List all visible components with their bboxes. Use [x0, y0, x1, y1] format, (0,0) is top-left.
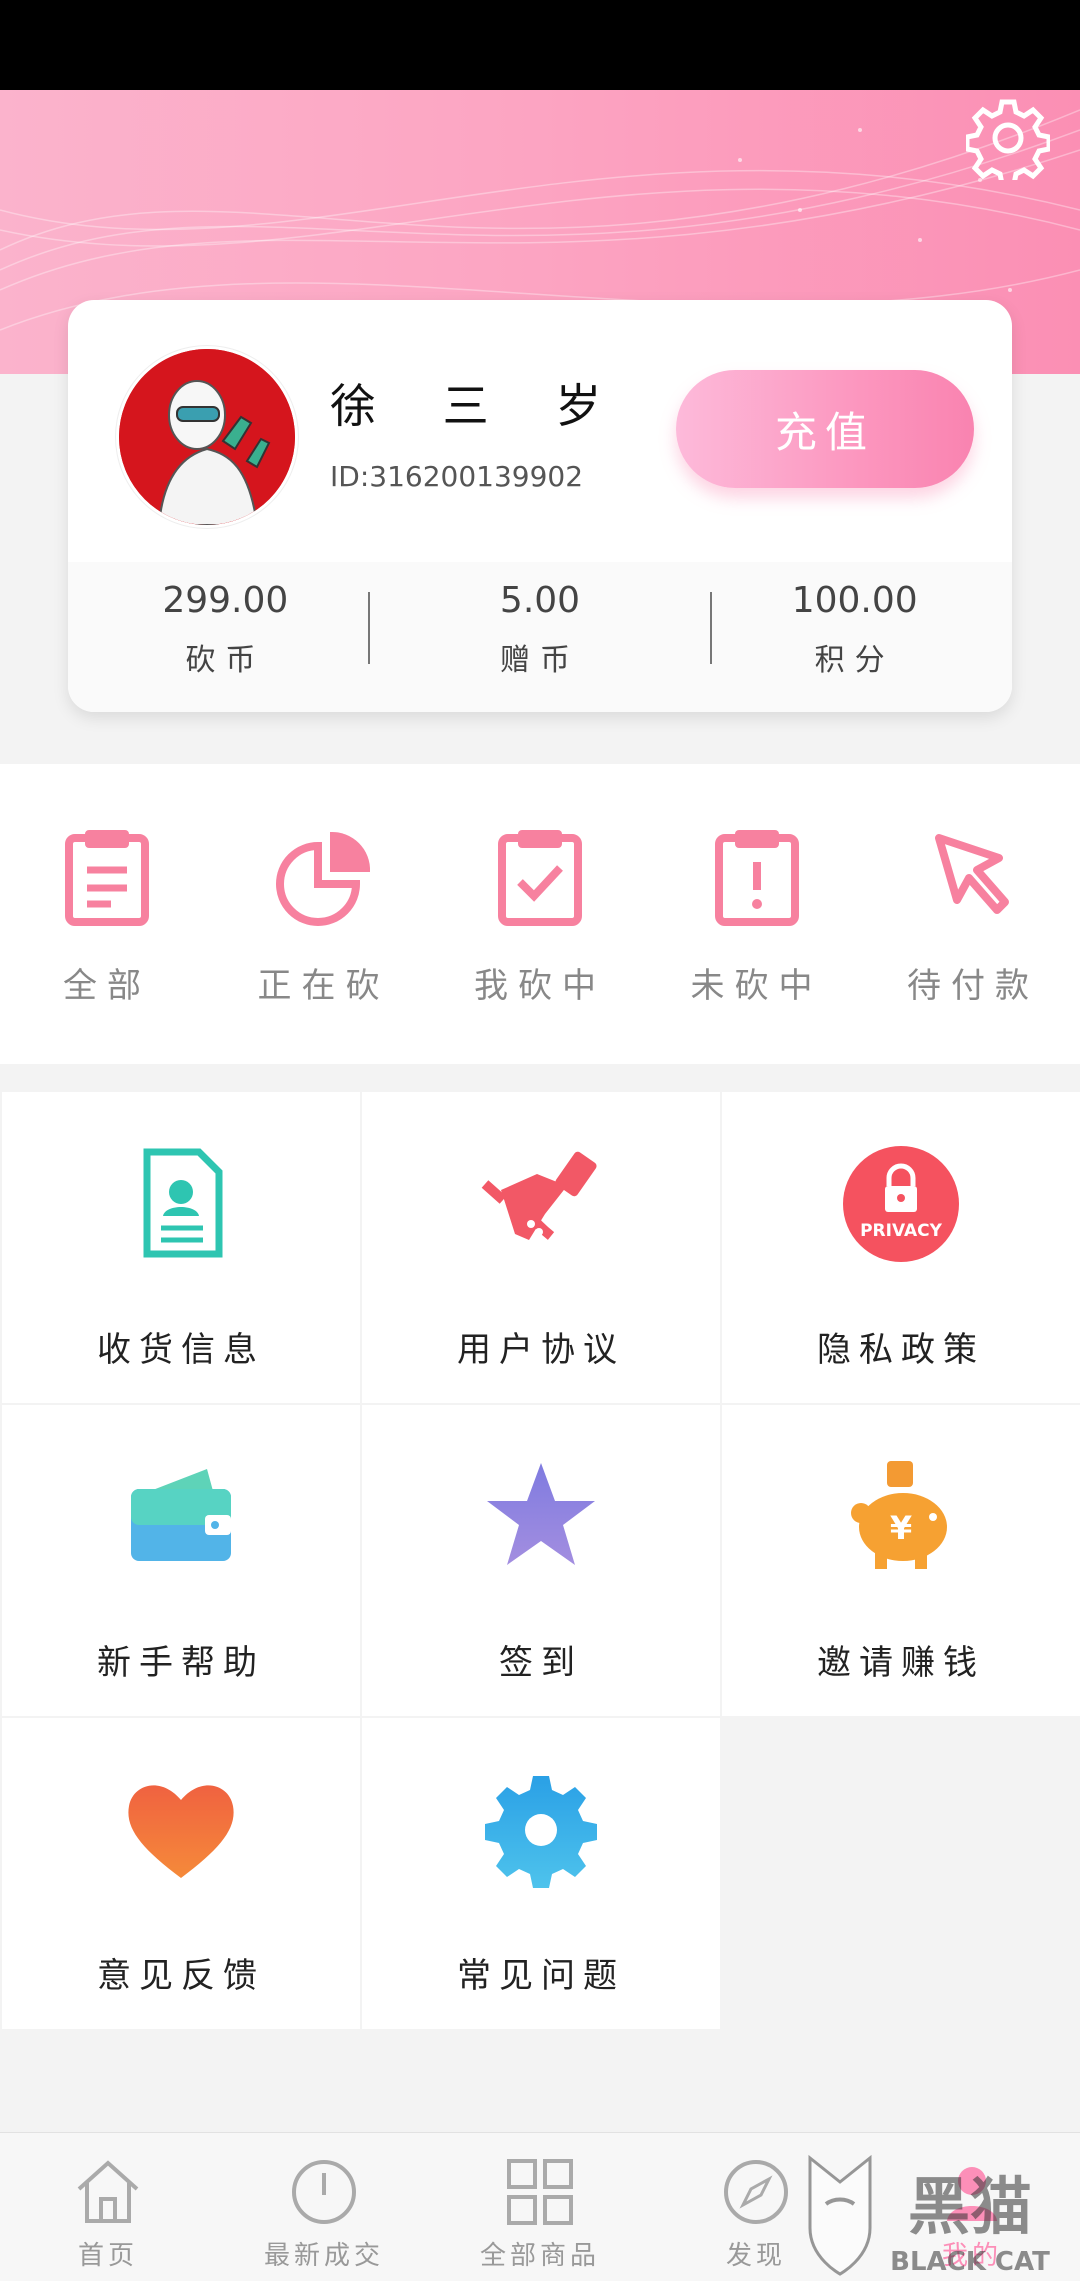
user-id: ID:316200139902	[330, 460, 584, 493]
address-card-icon	[143, 1148, 223, 1258]
tab-label: 首页	[77, 2241, 138, 2271]
stat-value: 5.00	[499, 580, 581, 621]
service-label: 隐私政策	[817, 1330, 985, 1370]
service-label: 意见反馈	[97, 1956, 265, 1996]
cursor-arrow-icon	[935, 834, 1009, 914]
service-label: 邀请赚钱	[817, 1643, 985, 1683]
service-label: 收货信息	[97, 1330, 265, 1370]
heart-icon	[128, 1785, 234, 1878]
avatar-illustration-icon	[119, 349, 295, 525]
watermark-en-text: BLACK CAT	[890, 2247, 1050, 2277]
yuan-symbol: ¥	[890, 1509, 912, 1547]
order-lost[interactable]: 未砍中	[662, 764, 852, 1064]
service-shipping-info[interactable]: 收货信息	[2, 1092, 360, 1403]
recharge-button[interactable]: 充值	[676, 370, 974, 488]
service-label: 用户协议	[457, 1330, 625, 1370]
order-label: 正在砍	[257, 966, 390, 1006]
tab-label: 最新成交	[263, 2241, 384, 2271]
service-faq[interactable]: 常见问题	[362, 1718, 720, 2029]
stat-label: 砍币	[185, 643, 266, 678]
compass-icon	[724, 2160, 788, 2224]
stat-value: 299.00	[162, 580, 289, 621]
tab-label: 全部商品	[479, 2241, 600, 2271]
privacy-badge-text: PRIVACY	[860, 1221, 943, 1241]
watermark-cn-text: 黑猫	[908, 2170, 1032, 2243]
grid-icon	[507, 2159, 573, 2225]
service-label: 常见问题	[457, 1956, 625, 1996]
divider	[710, 592, 712, 664]
divider	[368, 592, 370, 664]
settings-gear-icon[interactable]	[966, 96, 1050, 180]
wallet-icon	[131, 1469, 231, 1561]
tab-home[interactable]: 首页	[0, 2133, 216, 2281]
order-in-progress[interactable]: 正在砍	[229, 764, 419, 1064]
pie-chart-icon	[275, 831, 370, 926]
order-all[interactable]: 全部	[12, 764, 202, 1064]
order-status-row: 全部 正在砍 我砍中 未砍中 待付款	[0, 764, 1080, 1064]
order-won[interactable]: 我砍中	[445, 764, 635, 1064]
clock-icon	[292, 2160, 356, 2224]
service-label: 签到	[499, 1643, 583, 1683]
tab-latest-deals[interactable]: 最新成交	[216, 2133, 432, 2281]
black-cat-watermark: 黑猫 BLACK CAT	[808, 2154, 1050, 2277]
service-label: 新手帮助	[97, 1643, 265, 1683]
handshake-icon	[481, 1151, 597, 1240]
piggy-bank-icon: ¥	[851, 1461, 947, 1569]
order-label: 待付款	[907, 966, 1039, 1006]
stat-jifen[interactable]: 100.00 积分	[697, 562, 1012, 712]
order-label: 全部	[63, 966, 151, 1006]
balance-stats: 299.00 砍币 5.00 赠币 100.00 积分	[68, 562, 1012, 712]
stat-zengbi[interactable]: 5.00 赠币	[383, 562, 698, 712]
avatar[interactable]	[116, 346, 298, 528]
stat-label: 积分	[814, 643, 895, 678]
stat-value: 100.00	[791, 580, 918, 621]
order-pending-payment[interactable]: 待付款	[878, 764, 1068, 1064]
gear-icon	[485, 1776, 597, 1888]
stat-kanbi[interactable]: 299.00 砍币	[68, 562, 383, 712]
home-icon	[77, 2160, 139, 2223]
status-bar	[0, 0, 1080, 90]
service-check-in[interactable]: 签到	[362, 1405, 720, 1716]
service-privacy-policy[interactable]: PRIVACY 隐私政策	[722, 1092, 1080, 1403]
service-beginner-help[interactable]: 新手帮助	[2, 1405, 360, 1716]
clipboard-alert-icon	[714, 830, 799, 926]
clipboard-icon	[65, 830, 149, 926]
order-label: 我砍中	[474, 966, 606, 1006]
order-label: 未砍中	[690, 966, 823, 1006]
service-invite-earn[interactable]: ¥ 邀请赚钱	[722, 1405, 1080, 1716]
star-icon	[487, 1463, 595, 1565]
tab-all-products[interactable]: 全部商品	[432, 2133, 648, 2281]
stat-label: 赠币	[500, 643, 580, 678]
user-name: 徐 三 岁	[330, 379, 628, 433]
service-user-agreement[interactable]: 用户协议	[362, 1092, 720, 1403]
service-feedback[interactable]: 意见反馈	[2, 1718, 360, 2029]
clipboard-check-icon	[498, 830, 582, 926]
privacy-lock-icon: PRIVACY	[843, 1146, 959, 1262]
profile-card: 徐 三 岁 ID:316200139902 充值 299.00 砍币 5.00 …	[68, 300, 1012, 712]
